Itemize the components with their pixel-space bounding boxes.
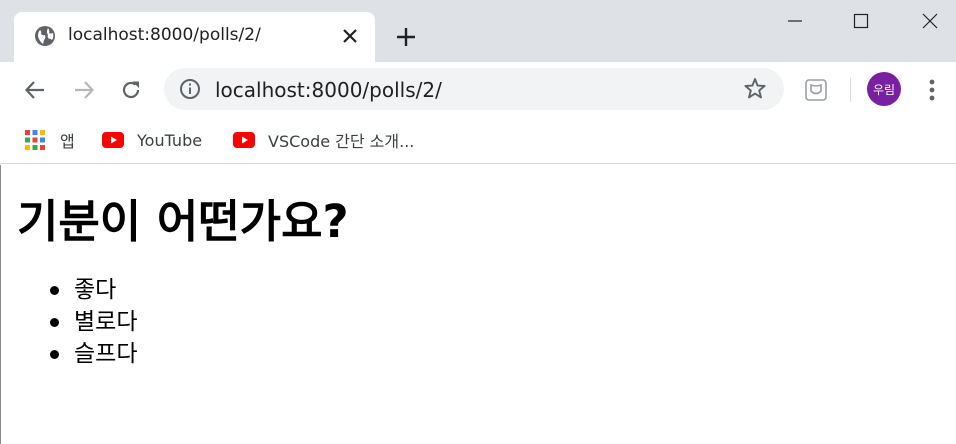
bookmarks-bar: 앱 YouTube VSCode 간단 소개... (0, 118, 956, 164)
extension-icon[interactable] (803, 77, 829, 103)
bullet-icon (50, 286, 59, 295)
page-title: 기분이 어떤가요? (17, 195, 349, 248)
minimize-icon (788, 20, 802, 22)
page-content: 기분이 어떤가요? 좋다 별로다 슬프다 (0, 165, 956, 444)
list-item: 슬프다 (50, 338, 138, 370)
bullet-icon (50, 350, 59, 359)
list-item: 별로다 (50, 306, 138, 338)
apps-grid-icon (25, 130, 45, 150)
reload-icon (122, 81, 140, 99)
choice-list: 좋다 별로다 슬프다 (50, 274, 138, 370)
address-bar[interactable]: localhost:8000/polls/2/ (164, 68, 784, 110)
reload-button[interactable] (115, 74, 147, 106)
info-icon[interactable] (179, 78, 201, 100)
menu-button[interactable] (918, 76, 946, 104)
bookmark-vscode[interactable]: VSCode 간단 소개... (233, 127, 414, 153)
bookmark-label: VSCode 간단 소개... (268, 132, 415, 151)
maximize-icon (853, 13, 869, 29)
choice-label: 별로다 (74, 309, 138, 335)
browser-toolbar: localhost:8000/polls/2/ 우림 (0, 62, 956, 118)
toolbar-separator (850, 78, 851, 102)
globe-icon (35, 26, 55, 46)
bullet-icon (50, 318, 59, 327)
forward-button[interactable] (68, 74, 100, 106)
minimize-button[interactable] (777, 4, 813, 38)
new-tab-button[interactable] (392, 23, 420, 51)
more-vertical-icon (929, 79, 935, 101)
choice-label: 슬프다 (74, 341, 138, 367)
tab-title: localhost:8000/polls/2/ (68, 25, 261, 45)
maximize-button[interactable] (843, 4, 879, 38)
bookmark-label: 앱 (60, 132, 75, 151)
arrow-left-icon (24, 81, 44, 99)
arrow-right-icon (75, 81, 95, 99)
window-close-button[interactable] (912, 4, 948, 38)
url-text[interactable]: localhost:8000/polls/2/ (215, 78, 442, 102)
choice-label: 좋다 (74, 277, 117, 303)
tab-strip: localhost:8000/polls/2/ (0, 0, 956, 62)
close-icon (922, 13, 938, 29)
bookmark-youtube[interactable]: YouTube (102, 127, 202, 153)
browser-tab[interactable]: localhost:8000/polls/2/ (14, 12, 375, 62)
youtube-icon (233, 132, 255, 148)
back-button[interactable] (19, 74, 51, 106)
plus-icon (397, 28, 415, 46)
list-item: 좋다 (50, 274, 137, 306)
youtube-icon (102, 132, 124, 148)
bookmark-label: YouTube (137, 130, 203, 150)
bookmark-apps[interactable]: 앱 (24, 127, 75, 153)
profile-avatar[interactable]: 우림 (867, 72, 901, 106)
close-icon (343, 29, 357, 43)
tab-close-button[interactable] (338, 24, 362, 48)
star-icon[interactable] (742, 76, 768, 102)
